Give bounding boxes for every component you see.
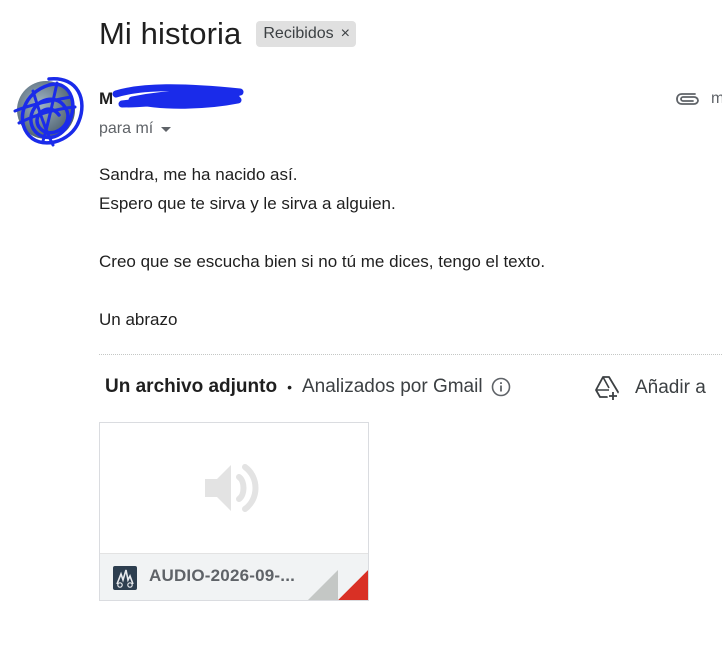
body-line: Creo que se escucha bien si no tú me dic… [99,252,546,271]
drive-add-icon [595,376,619,402]
scanned-by-gmail: Analizados por Gmail [301,376,483,397]
attachment-file-name: AUDIO-2026-09-... [149,566,296,585]
subject-row: Mi historia Recibidos × [99,14,356,54]
remove-label-button[interactable]: × [341,25,350,43]
email-view: Mi historia Recibidos × M para mí m Sand… [0,0,722,654]
body-line: Un abrazo [99,310,178,329]
add-to-drive-label: Añadir a [635,377,706,398]
body-line: Espero que te sirva y le sirva a alguien… [99,194,396,213]
recipient-line[interactable]: para mí [99,120,172,138]
paperclip-icon [676,93,699,105]
attachment-card[interactable]: AUDIO-2026-09-... [99,422,369,601]
attachment-preview [100,423,368,553]
date-text: m [711,90,722,107]
attachments-header: Un archivo adjunto • Analizados por Gmai… [105,376,511,398]
corner-fold-icon [308,570,368,600]
add-to-drive-button[interactable]: Añadir a [593,374,706,402]
chevron-down-icon[interactable] [161,126,172,132]
redaction-scribble [13,77,84,147]
attachment-count: Un archivo adjunto [105,376,278,397]
separator-dot: • [287,379,292,395]
email-body: Sandra, me ha nacido así. Espero que te … [99,160,545,334]
info-icon[interactable] [491,377,511,397]
sender-avatar[interactable] [13,77,84,147]
recipient-text: para mí [99,120,154,137]
body-line: Sandra, me ha nacido así. [99,165,298,184]
email-subject: Mi historia [99,16,242,51]
audio-file-icon [113,566,137,590]
label-chip-inbox[interactable]: Recibidos × [256,21,356,47]
attachments-divider [99,354,722,355]
speaker-icon [205,464,259,512]
sender-name-redaction [112,84,244,109]
label-chip-text: Recibidos [263,25,334,42]
